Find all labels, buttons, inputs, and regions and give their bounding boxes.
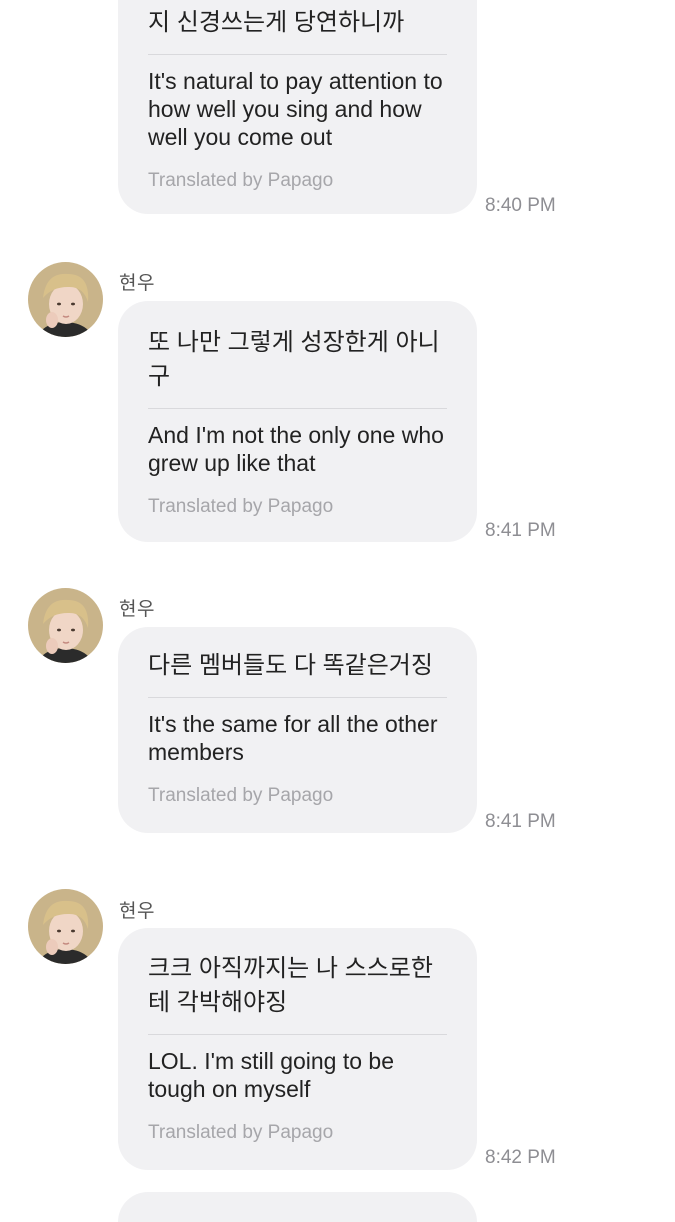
original-text: 지 신경쓰는게 당연하니까 <box>148 6 447 55</box>
message-timestamp: 8:42 PM <box>485 1147 556 1168</box>
avatar-image <box>28 889 103 964</box>
message-bubble[interactable]: 다른 멤버들도 다 똑같은거징 It's the same for all th… <box>118 627 477 833</box>
original-text: 다른 멤버들도 다 똑같은거징 <box>148 649 447 698</box>
translated-text: And I'm not the only one who grew up lik… <box>148 422 444 476</box>
translation-credit: Translated by Papago <box>148 785 334 806</box>
message-bubble-partial[interactable] <box>118 1192 477 1222</box>
avatar[interactable] <box>28 889 103 964</box>
avatar[interactable] <box>28 262 103 337</box>
message-timestamp: 8:41 PM <box>485 520 556 541</box>
original-text: 크크 아직까지는 나 스스로한테 각박해야징 <box>148 952 447 1035</box>
avatar-image <box>28 262 103 337</box>
message-timestamp: 8:40 PM <box>485 195 556 216</box>
sender-name: 현우 <box>119 599 155 620</box>
message-timestamp: 8:41 PM <box>485 811 556 832</box>
message-bubble[interactable]: 크크 아직까지는 나 스스로한테 각박해야징 LOL. I'm still go… <box>118 928 477 1170</box>
avatar-image <box>28 588 103 663</box>
translation-credit: Translated by Papago <box>148 496 334 517</box>
avatar[interactable] <box>28 588 103 663</box>
translation-credit: Translated by Papago <box>148 1122 334 1143</box>
translation-credit: Translated by Papago <box>148 170 334 191</box>
message-bubble[interactable]: 또 나만 그렇게 성장한게 아니구 And I'm not the only o… <box>118 301 477 542</box>
sender-name: 현우 <box>119 901 155 922</box>
translated-text: It's the same for all the other members <box>148 711 438 765</box>
message-bubble[interactable]: 지 신경쓰는게 당연하니까 It's natural to pay attent… <box>118 0 477 214</box>
translated-text: LOL. I'm still going to be tough on myse… <box>148 1048 395 1102</box>
sender-name: 현우 <box>119 273 155 294</box>
original-text: 또 나만 그렇게 성장한게 아니구 <box>148 326 447 409</box>
translated-text: It's natural to pay attention to how wel… <box>148 68 443 150</box>
